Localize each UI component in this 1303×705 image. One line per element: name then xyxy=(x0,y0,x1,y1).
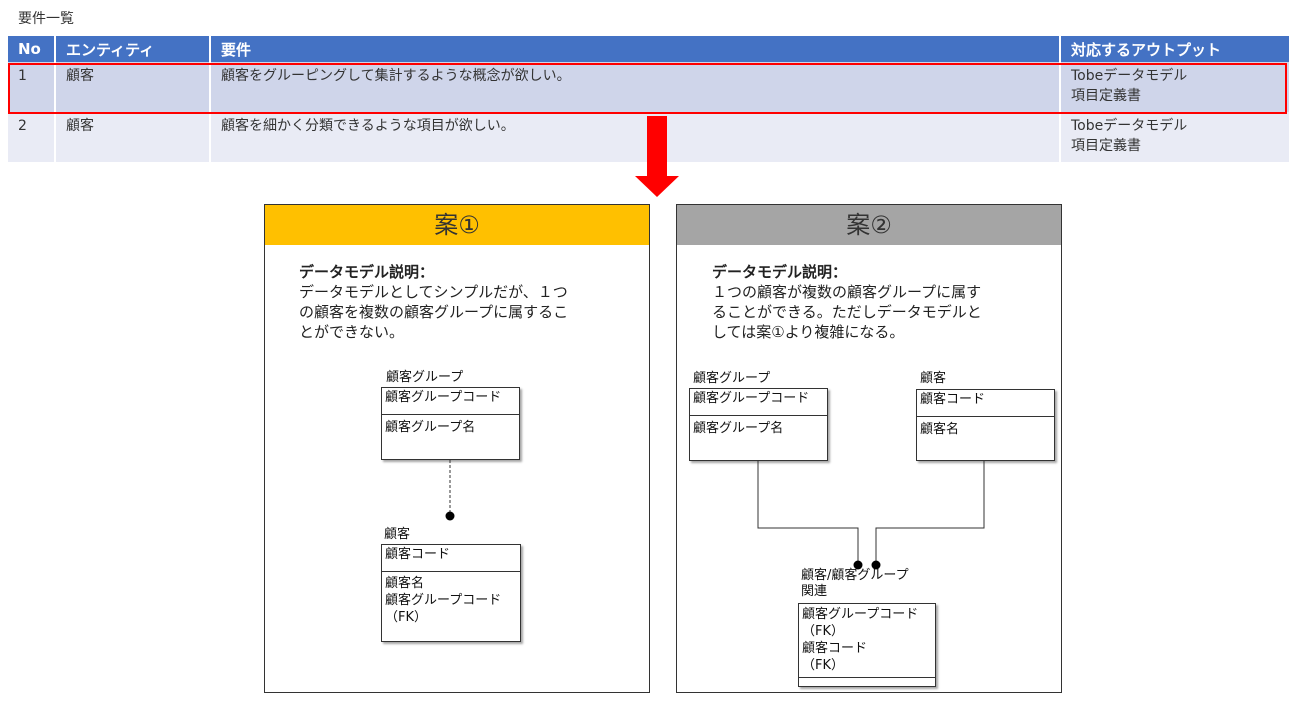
entity-attributes: 顧客名 顧客グループコード （FK） xyxy=(385,576,502,625)
entity-customer[interactable]: 顧客コード 顧客名 顧客グループコード （FK） xyxy=(381,544,521,642)
output-item: Tobeデータモデル xyxy=(1071,118,1188,134)
relationship-end-dot xyxy=(445,511,455,521)
header-output: 対応するアウトプット xyxy=(1060,36,1289,62)
entity-customer-group-relation[interactable]: 顧客グループコード （FK） 顧客コード （FK） xyxy=(798,603,936,687)
row-highlight-frame xyxy=(8,63,1287,114)
cell-output: Tobeデータモデル 項目定義書 xyxy=(1060,112,1289,162)
header-requirement: 要件 xyxy=(210,36,1061,62)
down-arrow-icon xyxy=(635,116,679,197)
entity-key: 顧客グループコード （FK） 顧客コード （FK） xyxy=(799,604,935,678)
entity-name-customer-group-relation: 顧客/顧客グループ 関連 xyxy=(801,568,909,599)
cell-entity: 顧客 xyxy=(55,112,211,162)
proposal-1-panel: 案① データモデル説明： データモデルとしてシンプルだが、１つ の顧客を複数の顧… xyxy=(264,204,650,693)
proposal-2-panel: 案② データモデル説明： １つの顧客が複数の顧客グループに属す ることができる。… xyxy=(676,204,1062,693)
table-header-row: No エンティティ 要件 対応するアウトプット xyxy=(8,36,1289,62)
header-no: No xyxy=(8,36,56,62)
arrow-shape xyxy=(635,116,679,197)
page-title: 要件一覧 xyxy=(18,11,74,27)
entity-key: 顧客コード xyxy=(382,545,520,572)
cell-no: 2 xyxy=(8,112,56,162)
entity-name-customer: 顧客 xyxy=(384,527,411,542)
output-item: 項目定義書 xyxy=(1071,138,1141,154)
header-entity: エンティティ xyxy=(55,36,211,62)
